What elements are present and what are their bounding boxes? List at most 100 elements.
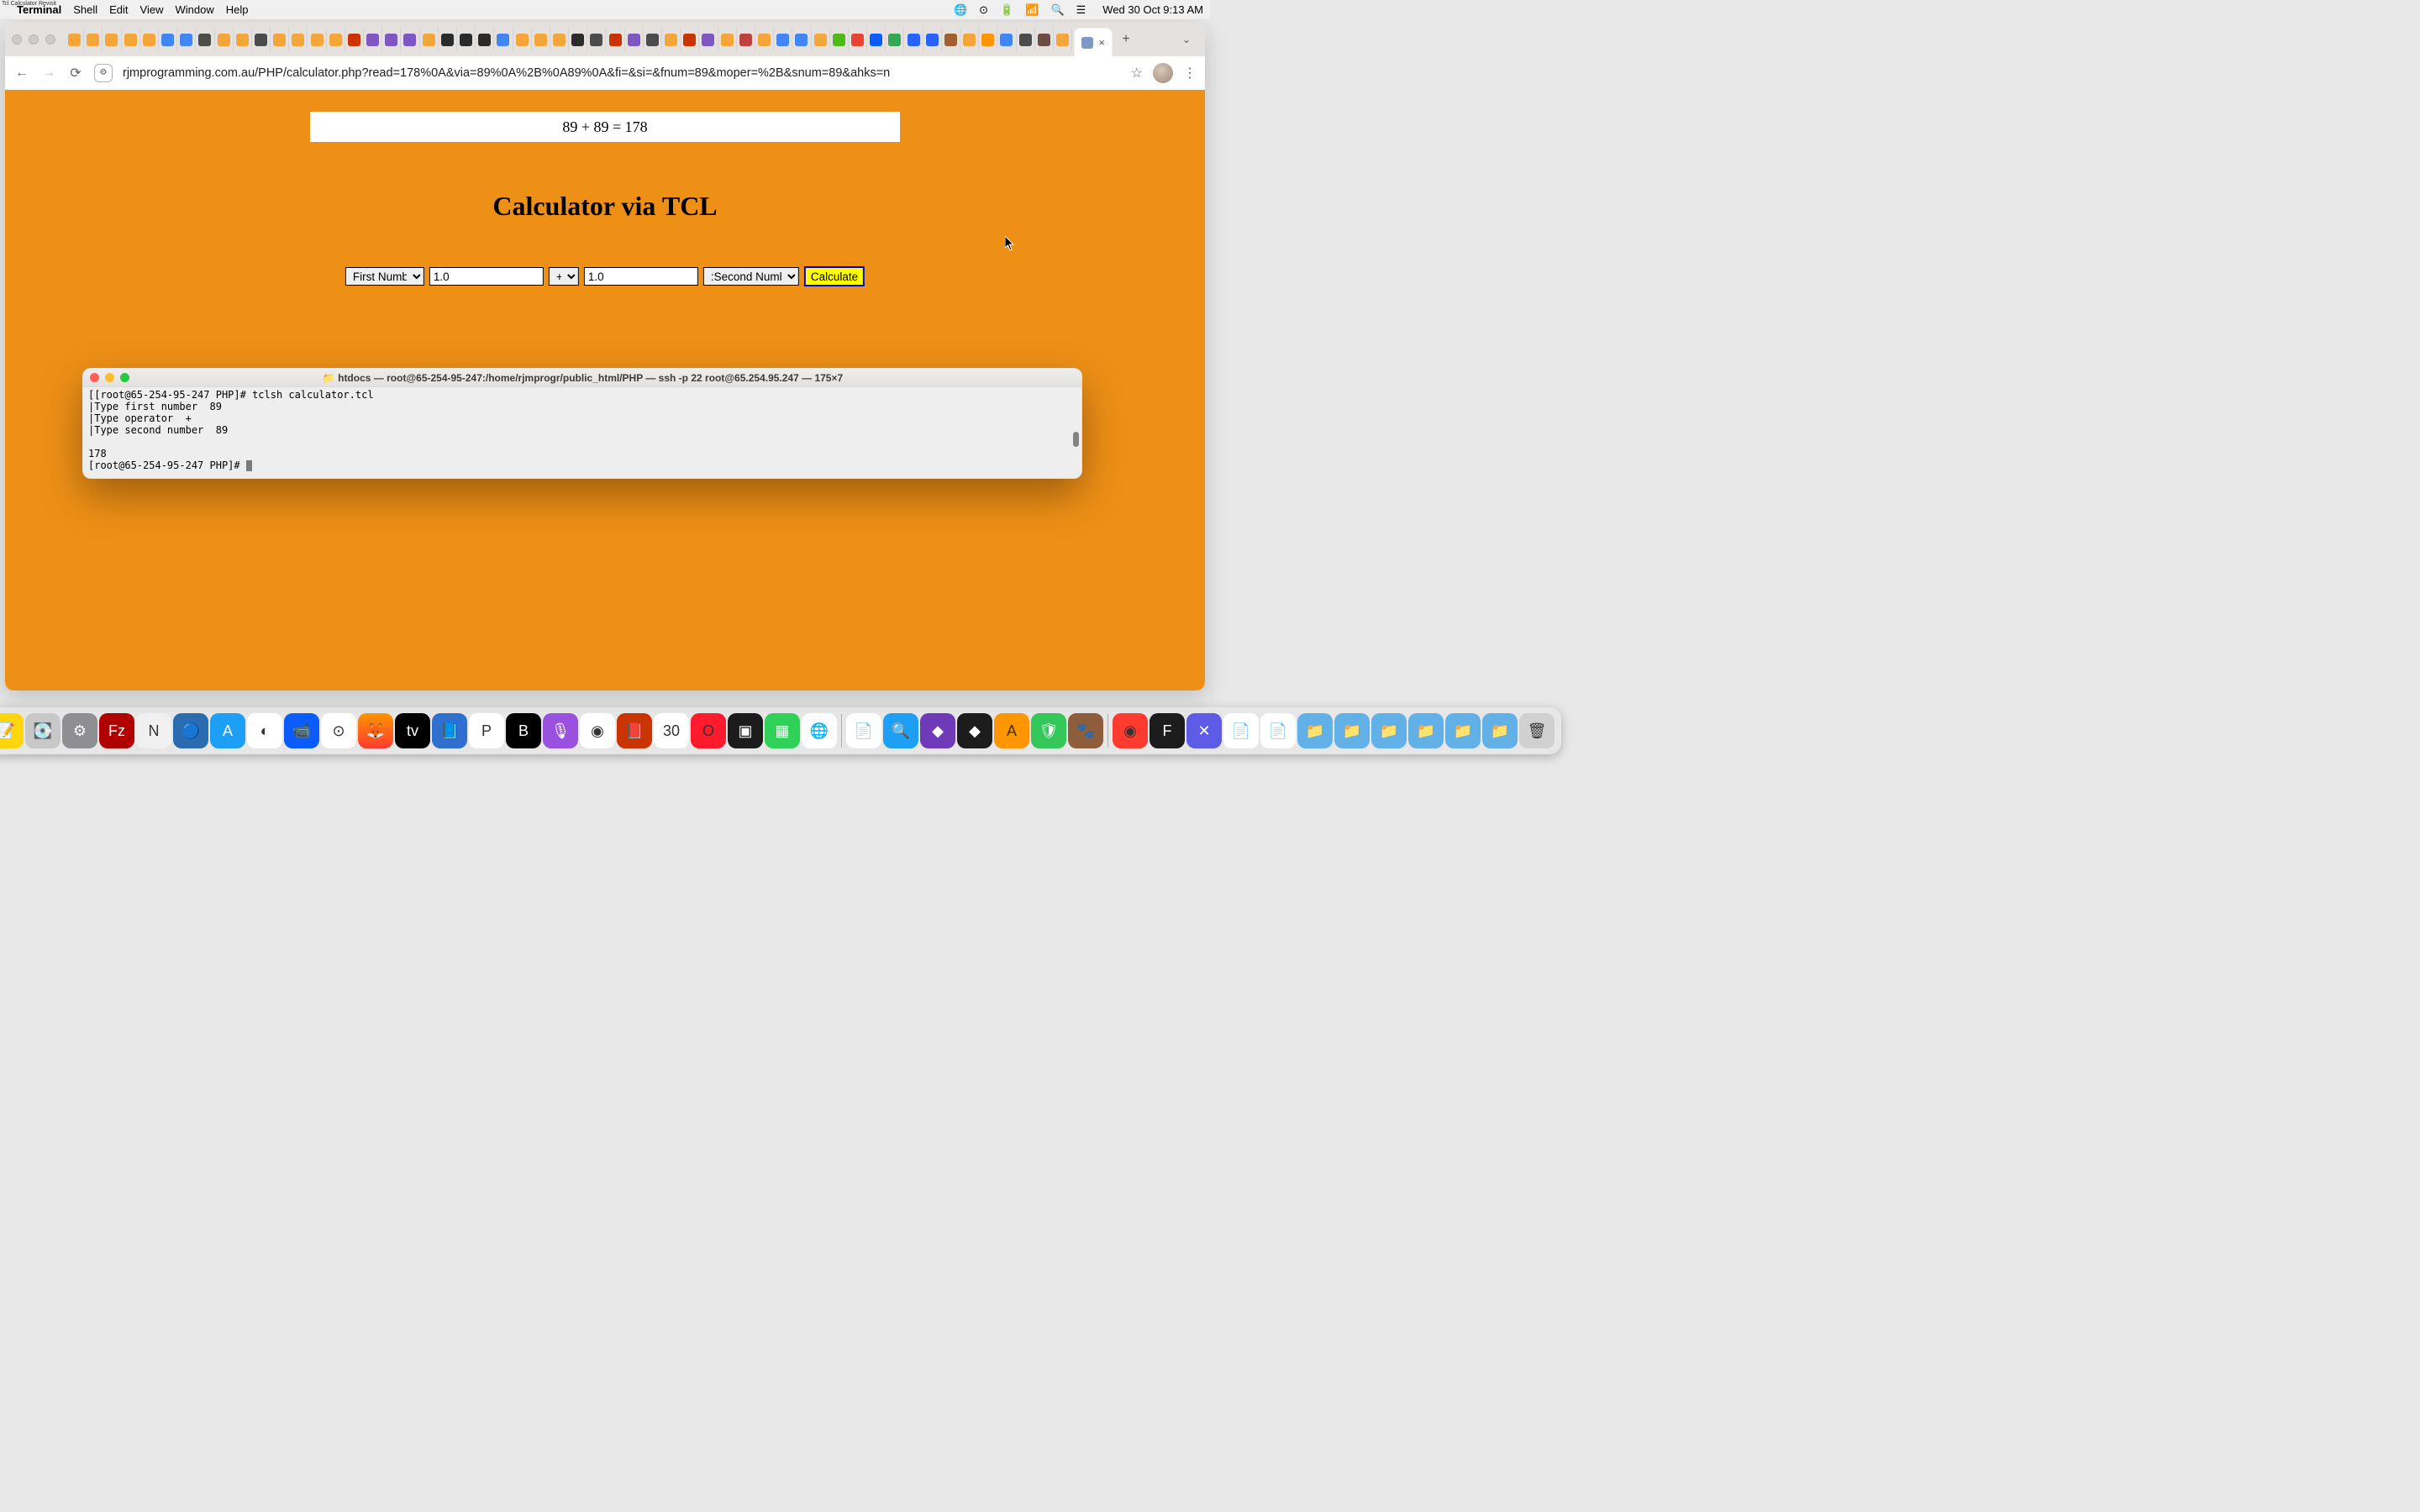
datetime[interactable]: Wed 30 Oct 9:13 AM — [1102, 3, 1203, 16]
background-tab[interactable] — [476, 28, 494, 51]
menu-window[interactable]: Window — [176, 3, 214, 16]
background-tab[interactable] — [532, 28, 550, 51]
background-tab[interactable] — [177, 28, 196, 51]
background-tab[interactable] — [439, 28, 457, 51]
dock-app7[interactable]: P — [469, 713, 504, 748]
dock-app12[interactable]: 🔍 — [883, 713, 918, 748]
background-tab[interactable] — [364, 28, 382, 51]
dock-app15[interactable]: A — [994, 713, 1029, 748]
background-tab[interactable] — [215, 28, 234, 51]
dock-app11[interactable]: ▣ — [728, 713, 763, 748]
dock-folder1[interactable]: 📁 — [1297, 713, 1333, 748]
dock-notes[interactable]: 📝 — [0, 713, 24, 748]
background-tab[interactable] — [979, 28, 997, 51]
background-tab[interactable] — [103, 28, 121, 51]
minimize-icon[interactable] — [29, 34, 39, 45]
background-tab[interactable] — [681, 28, 699, 51]
background-tab[interactable] — [606, 28, 624, 51]
background-tab[interactable] — [159, 28, 177, 51]
dock-filezilla[interactable]: Fz — [99, 713, 134, 748]
menu-view[interactable]: View — [140, 3, 164, 16]
dock-opera[interactable]: O — [691, 713, 726, 748]
background-tab[interactable] — [625, 28, 644, 51]
background-tab[interactable] — [420, 28, 439, 51]
dock-app17[interactable]: 🐾 — [1068, 713, 1103, 748]
background-tab[interactable] — [457, 28, 476, 51]
globe-icon[interactable]: 🌐 — [954, 3, 967, 17]
terminal-body[interactable]: [[root@65-254-95-247 PHP]# tclsh calcula… — [83, 387, 1081, 478]
background-tab[interactable] — [812, 28, 830, 51]
background-tab[interactable] — [644, 28, 662, 51]
background-tab[interactable] — [923, 28, 942, 51]
dock-app14[interactable]: ◆ — [957, 713, 992, 748]
dock-diskutil[interactable]: 💽 — [25, 713, 60, 748]
background-tab[interactable] — [1017, 28, 1035, 51]
dock-numbers[interactable]: ▦ — [765, 713, 800, 748]
dock-doc1[interactable]: 📄 — [1223, 713, 1259, 748]
back-button[interactable]: ← — [13, 66, 30, 81]
dock-folder5[interactable]: 📁 — [1445, 713, 1481, 748]
background-tab[interactable] — [849, 28, 867, 51]
forward-button[interactable]: → — [40, 66, 57, 81]
dock-firefox[interactable]: 🦊 — [358, 713, 393, 748]
tabs-dropdown[interactable]: ⌄ — [1175, 34, 1198, 45]
background-tab[interactable] — [252, 28, 271, 51]
background-tab[interactable] — [289, 28, 308, 51]
menu-edit[interactable]: Edit — [109, 3, 128, 16]
background-tab[interactable] — [494, 28, 513, 51]
background-tab[interactable] — [234, 28, 252, 51]
dock-folder2[interactable]: 📁 — [1334, 713, 1370, 748]
background-tab[interactable] — [774, 28, 792, 51]
maximize-icon[interactable] — [45, 34, 55, 45]
background-tab[interactable] — [867, 28, 886, 51]
background-tab[interactable] — [513, 28, 532, 51]
background-tab[interactable] — [550, 28, 569, 51]
control-center-icon[interactable]: ☰ — [1076, 3, 1086, 17]
background-tab[interactable] — [960, 28, 979, 51]
background-tab[interactable] — [271, 28, 289, 51]
menu-help[interactable]: Help — [226, 3, 249, 16]
background-tab[interactable] — [401, 28, 419, 51]
background-tab[interactable] — [587, 28, 606, 51]
dock-systemprefs[interactable]: ⚙ — [62, 713, 97, 748]
dock-app2[interactable]: N — [136, 713, 171, 748]
site-info-icon[interactable]: ⚙ — [94, 64, 113, 82]
background-tab[interactable] — [1054, 28, 1072, 51]
background-tab[interactable] — [308, 28, 326, 51]
second-number-label-select[interactable]: :Second Number — [703, 267, 799, 286]
menu-shell[interactable]: Shell — [73, 3, 97, 16]
dock-app16[interactable]: 🛡 — [1031, 713, 1066, 748]
battery-icon[interactable]: 🔋 — [1000, 3, 1013, 17]
dock-app5[interactable]: ⊙ — [321, 713, 356, 748]
dock-zoom[interactable]: 📹 — [284, 713, 319, 748]
dock-trash[interactable]: 🗑 — [1519, 713, 1555, 748]
browser-menu-icon[interactable]: ⋮ — [1183, 65, 1197, 81]
url-field[interactable]: rjmprogramming.com.au/PHP/calculator.php… — [123, 66, 1121, 80]
background-tab[interactable] — [1035, 28, 1054, 51]
dock-app18[interactable]: ◉ — [1113, 713, 1148, 748]
background-tab[interactable] — [792, 28, 811, 51]
background-tab[interactable] — [569, 28, 587, 51]
background-tab[interactable] — [718, 28, 737, 51]
dock-app4[interactable]: ◐ — [247, 713, 282, 748]
background-tab[interactable] — [737, 28, 755, 51]
background-tab[interactable] — [942, 28, 960, 51]
tab-close-icon[interactable]: × — [1098, 36, 1105, 49]
wifi-icon[interactable]: 📶 — [1025, 3, 1039, 17]
play-icon[interactable]: ⊙ — [979, 3, 988, 17]
bookmark-star-icon[interactable]: ☆ — [1131, 65, 1143, 81]
background-tab[interactable] — [196, 28, 214, 51]
dock-app13[interactable]: ◆ — [920, 713, 955, 748]
dock-podcast[interactable]: 🎙 — [543, 713, 578, 748]
first-number-label-select[interactable]: First Number: — [345, 267, 424, 286]
spotlight-icon[interactable]: 🔍 — [1050, 3, 1064, 17]
dock-app3[interactable]: 🔵 — [173, 713, 208, 748]
background-tab[interactable] — [662, 28, 681, 51]
reload-button[interactable]: ⟳ — [67, 65, 84, 81]
background-tab[interactable] — [140, 28, 159, 51]
dock-app20[interactable]: ✕ — [1186, 713, 1222, 748]
dock-appstore[interactable]: A — [210, 713, 245, 748]
dock-app6[interactable]: 📘 — [432, 713, 467, 748]
dock-app8[interactable]: B — [506, 713, 541, 748]
background-tab[interactable] — [997, 28, 1016, 51]
